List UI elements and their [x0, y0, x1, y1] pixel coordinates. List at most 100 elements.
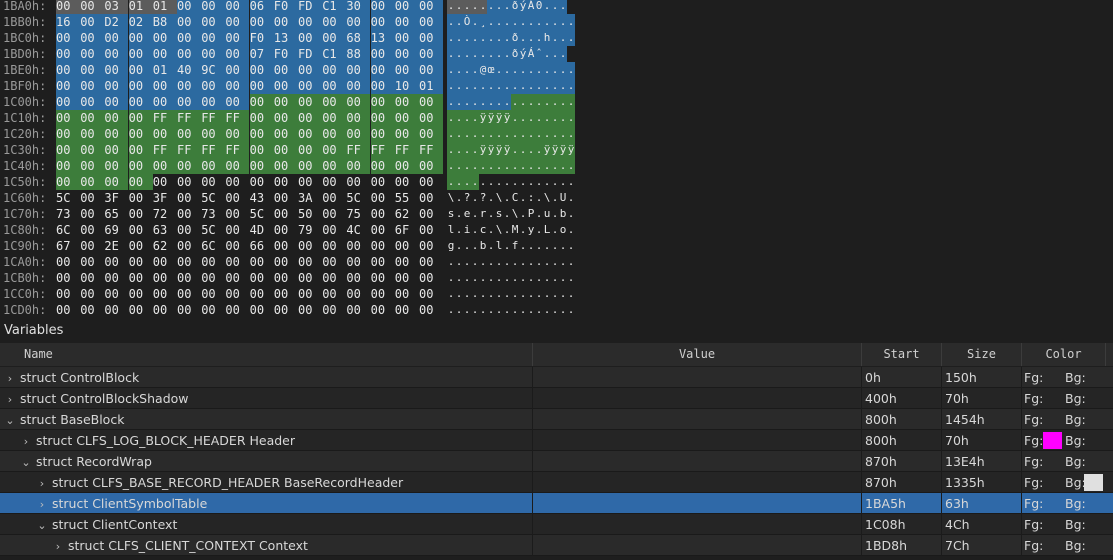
hex-byte[interactable]: 00	[104, 126, 129, 142]
ascii-char[interactable]: .	[519, 254, 527, 270]
hex-row[interactable]: 1CA0h: 00 00 00 00 00 00 00 00 00 00 00 00 00 00 00 00..…	[0, 254, 600, 270]
hex-byte[interactable]: 3F	[104, 190, 128, 206]
hex-byte[interactable]: 00	[249, 158, 274, 174]
ascii-char[interactable]: .	[503, 94, 511, 110]
hex-byte[interactable]: 00	[177, 190, 201, 206]
ascii-char[interactable]: .	[543, 302, 551, 316]
ascii-char[interactable]: .	[511, 62, 519, 78]
ascii-char[interactable]: .	[559, 126, 567, 142]
hex-byte[interactable]: 00	[225, 126, 250, 142]
ascii-char[interactable]: .	[559, 158, 567, 174]
hex-byte[interactable]: 00	[129, 254, 153, 270]
fg-color-label[interactable]: Fg:	[1024, 514, 1043, 535]
hex-byte[interactable]: 00	[346, 174, 370, 190]
ascii-char[interactable]: .	[447, 302, 455, 316]
hex-byte[interactable]: 00	[370, 158, 395, 174]
hex-byte[interactable]: 00	[322, 30, 347, 46]
ascii-char[interactable]: .	[455, 302, 463, 316]
hex-byte[interactable]: 00	[346, 94, 371, 110]
variable-color-cell[interactable]: Fg: Bg:	[1022, 514, 1113, 535]
hex-byte[interactable]: 00	[370, 0, 395, 14]
hex-byte[interactable]: 00	[346, 126, 371, 142]
ascii-char[interactable]: .	[471, 222, 479, 238]
ascii-char[interactable]: 0	[535, 0, 543, 14]
ascii-char[interactable]: .	[455, 110, 463, 126]
ascii-char[interactable]: .	[551, 158, 559, 174]
hex-byte[interactable]: 00	[225, 206, 249, 222]
hex-byte[interactable]: 00	[225, 30, 250, 46]
hex-byte[interactable]: 00	[419, 238, 443, 254]
ascii-char[interactable]: .	[463, 30, 471, 46]
ascii-char[interactable]: ÿ	[487, 142, 495, 158]
fg-color-label[interactable]: Fg:	[1024, 451, 1043, 472]
hex-byte[interactable]: 3A	[298, 190, 322, 206]
hex-byte[interactable]: 00	[129, 302, 153, 316]
hex-byte[interactable]: 00	[273, 142, 298, 158]
ascii-char[interactable]: .	[511, 254, 519, 270]
hex-byte[interactable]: 00	[128, 94, 153, 110]
ascii-char[interactable]: .	[567, 270, 575, 286]
hex-byte[interactable]: 00	[128, 46, 153, 62]
ascii-char[interactable]: ÿ	[503, 142, 511, 158]
ascii-char[interactable]: ˆ	[535, 46, 543, 62]
hex-byte[interactable]: 00	[419, 222, 443, 238]
ascii-char[interactable]: .	[511, 158, 519, 174]
ascii-char[interactable]: .	[463, 254, 471, 270]
ascii-char[interactable]: .	[511, 142, 519, 158]
hex-byte[interactable]: 5C	[346, 190, 370, 206]
ascii-char[interactable]: .	[559, 30, 567, 46]
ascii-char[interactable]: .	[527, 238, 535, 254]
hex-byte[interactable]: FF	[152, 142, 177, 158]
column-header-value[interactable]: Value	[533, 343, 862, 366]
ascii-char[interactable]: .	[487, 270, 495, 286]
variable-color-cell[interactable]: Fg: Bg:	[1022, 451, 1113, 472]
ascii-char[interactable]: .	[463, 286, 471, 302]
hex-byte[interactable]: 00	[394, 110, 419, 126]
hex-byte[interactable]: F0	[249, 30, 274, 46]
hex-byte[interactable]: 55	[395, 190, 419, 206]
ascii-char[interactable]: .	[559, 94, 567, 110]
ascii-char[interactable]: .	[463, 270, 471, 286]
hex-byte[interactable]: 00	[177, 30, 201, 46]
expand-chevron-icon[interactable]: ›	[4, 389, 16, 409]
hex-byte[interactable]: 68	[346, 30, 371, 46]
ascii-char[interactable]: .	[447, 94, 455, 110]
ascii-char[interactable]: .	[479, 270, 487, 286]
ascii-char[interactable]: .	[535, 94, 543, 110]
hex-byte[interactable]: 00	[346, 14, 371, 30]
hex-byte[interactable]: 00	[298, 142, 322, 158]
ascii-char[interactable]: .	[447, 14, 455, 30]
ascii-char[interactable]: .	[511, 14, 519, 30]
ascii-char[interactable]: .	[495, 286, 503, 302]
variable-value-cell[interactable]	[533, 472, 862, 493]
hex-byte[interactable]: 00	[274, 190, 298, 206]
ascii-char[interactable]: .	[559, 286, 567, 302]
hex-byte[interactable]: 00	[322, 206, 346, 222]
bg-color-label[interactable]: Bg:	[1065, 430, 1086, 451]
hex-byte[interactable]: 00	[273, 110, 298, 126]
hex-byte[interactable]: FF	[177, 142, 201, 158]
hex-byte[interactable]: 00	[56, 254, 80, 270]
hex-byte[interactable]: 00	[419, 174, 443, 190]
ascii-char[interactable]: .	[455, 174, 463, 190]
ascii-char[interactable]: .	[527, 158, 535, 174]
ascii-char[interactable]: .	[519, 206, 527, 222]
hex-byte[interactable]: 00	[152, 158, 177, 174]
hex-byte[interactable]: 00	[56, 142, 80, 158]
hex-byte[interactable]: 00	[152, 94, 177, 110]
variable-value-cell[interactable]	[533, 409, 862, 430]
hex-byte[interactable]: 00	[371, 206, 395, 222]
ascii-char[interactable]: ð	[511, 0, 519, 14]
hex-byte[interactable]: 00	[250, 270, 274, 286]
ascii-char[interactable]: .	[567, 126, 575, 142]
ascii-char[interactable]: .	[559, 302, 567, 316]
ascii-char[interactable]: ÿ	[487, 110, 495, 126]
hex-byte[interactable]: 00	[274, 254, 298, 270]
ascii-char[interactable]: .	[495, 174, 503, 190]
hex-byte[interactable]: 00	[128, 126, 153, 142]
hex-byte[interactable]: 00	[104, 174, 129, 190]
hex-byte[interactable]: FD	[298, 46, 322, 62]
ascii-char[interactable]: .	[567, 30, 575, 46]
hex-byte[interactable]: 00	[80, 190, 104, 206]
hex-byte[interactable]: 00	[152, 126, 177, 142]
